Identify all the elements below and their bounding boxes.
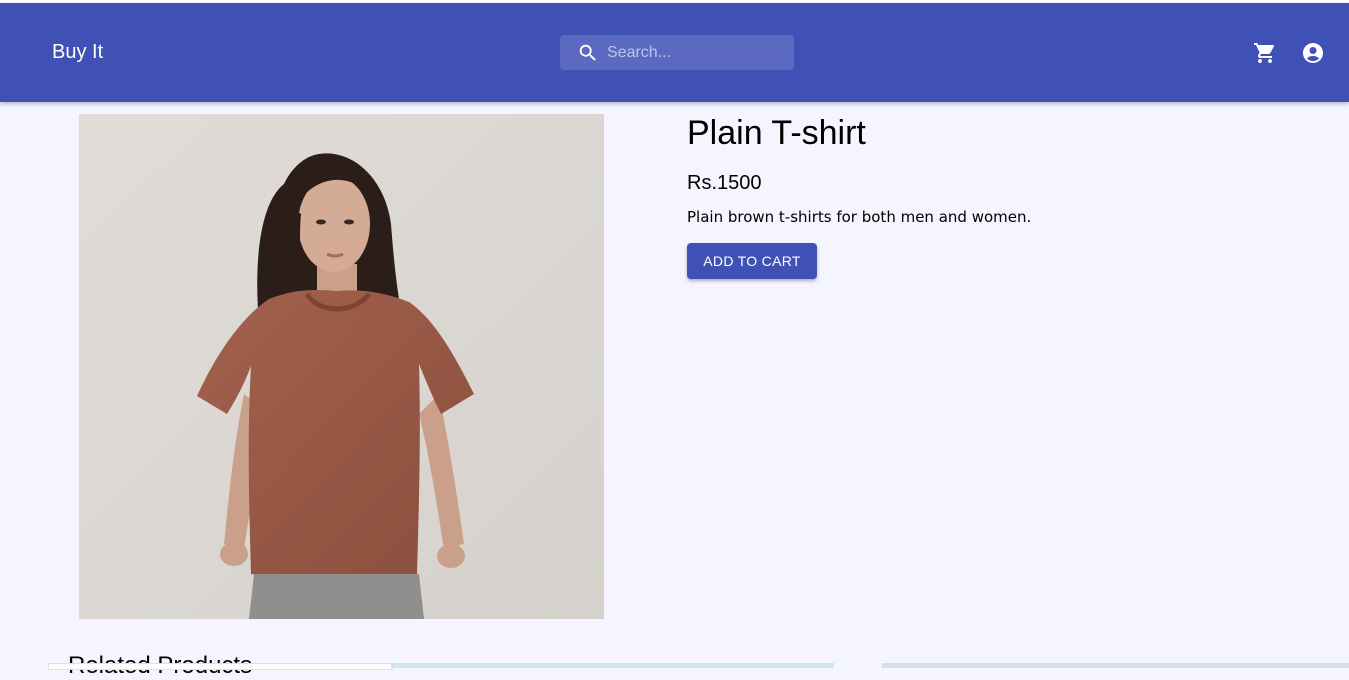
add-to-cart-button[interactable]: ADD TO CART xyxy=(687,243,817,279)
search-input[interactable] xyxy=(607,35,787,70)
related-product-card[interactable] xyxy=(882,663,1349,668)
product-description: Plain brown t-shirts for both men and wo… xyxy=(687,208,1032,226)
search-icon xyxy=(579,44,596,61)
cart-icon[interactable] xyxy=(1253,41,1277,65)
model-wearing-tshirt-illustration xyxy=(79,114,604,619)
related-product-card[interactable] xyxy=(48,663,393,670)
brand-logo-text[interactable]: Buy It xyxy=(52,41,103,64)
search-box[interactable] xyxy=(560,35,794,70)
account-circle-icon[interactable] xyxy=(1301,41,1325,65)
app-bar: Buy It xyxy=(0,3,1349,102)
product-title: Plain T-shirt xyxy=(687,114,866,152)
related-product-card[interactable] xyxy=(391,663,834,668)
product-image xyxy=(79,114,604,619)
product-price: Rs.1500 xyxy=(687,172,762,194)
